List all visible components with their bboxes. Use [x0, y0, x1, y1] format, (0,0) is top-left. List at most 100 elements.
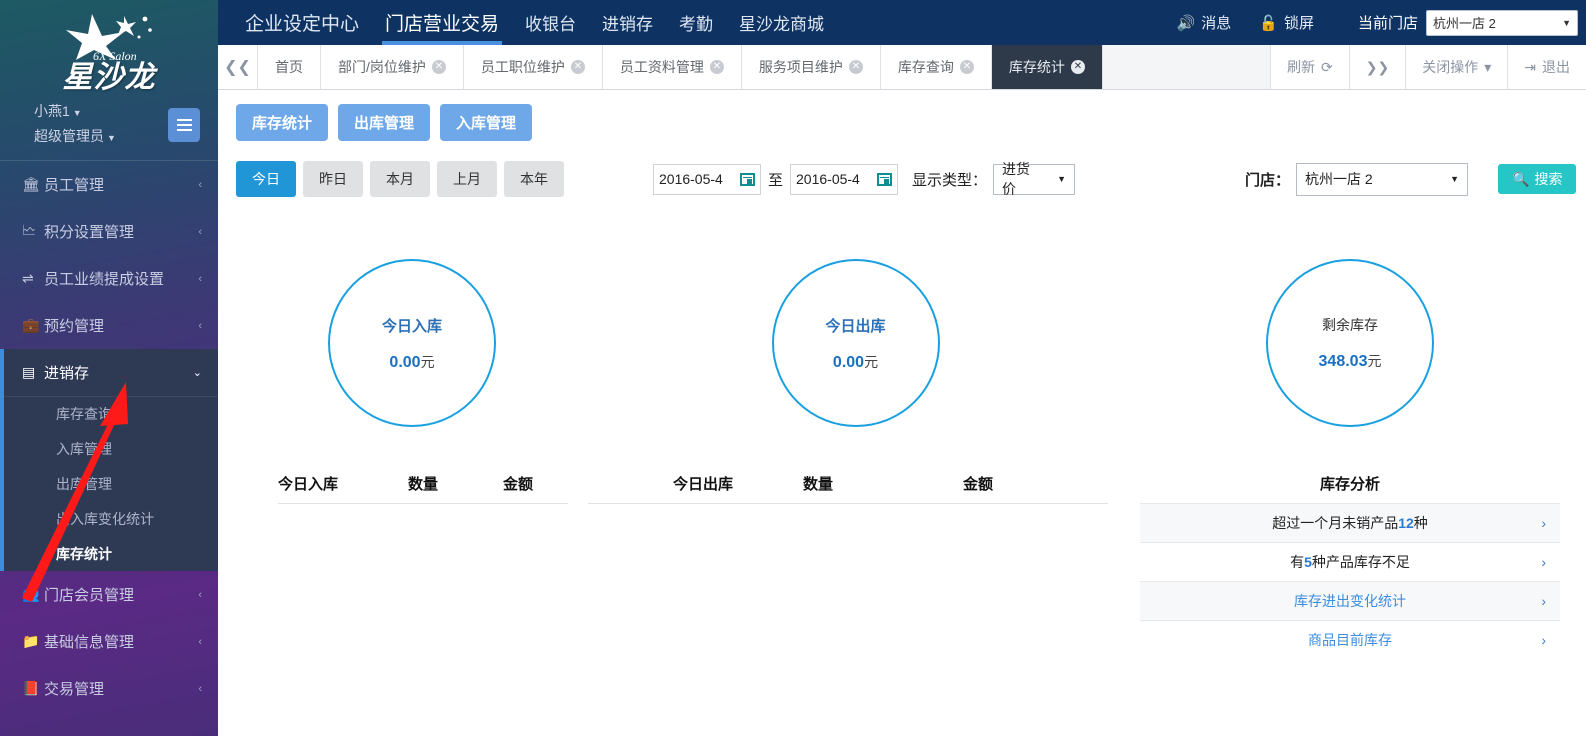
- close-icon[interactable]: ✕: [431, 60, 446, 74]
- store-filter-select[interactable]: 杭州一店 2 ▼: [1296, 162, 1469, 196]
- lock-label: 锁屏: [1283, 15, 1314, 32]
- sidebar-subitem-label: 入库管理: [56, 440, 112, 457]
- sidebar-subitem-stock-statistics[interactable]: 库存统计: [0, 536, 218, 571]
- chevron-right-double-icon: ❯❯: [1365, 58, 1390, 75]
- calendar-icon[interactable]: [877, 172, 893, 186]
- sidebar-item-points[interactable]: 🗠 积分设置管理 ‹: [0, 208, 218, 255]
- date-from-input[interactable]: 2016-05-4: [653, 163, 761, 195]
- outbound-circle-value: 0.00: [832, 353, 865, 371]
- inbound-table-header: 今日入库 数量 金额: [278, 473, 568, 504]
- tab-home[interactable]: 首页: [258, 45, 321, 89]
- remaining-circle-value: 348.03: [1318, 353, 1368, 370]
- topnav-item-mall[interactable]: 星沙龙商城: [726, 0, 837, 45]
- topnav-item-inventory[interactable]: 进销存: [589, 0, 666, 45]
- sidebar-subitem-outbound[interactable]: 出库管理: [0, 466, 218, 501]
- close-icon[interactable]: ✕: [709, 60, 724, 74]
- sidebar: 6X Salon 星沙龙 小燕1 ▼ 超级管理员 ▼ 🏛 员工管理 ‹ 🗠 积分设置…: [0, 0, 218, 736]
- topnav-item-cashier[interactable]: 收银台: [512, 0, 589, 45]
- analysis-row-low-stock[interactable]: 有5 种产品库存不足 ›: [1140, 542, 1560, 581]
- brand-logo[interactable]: 6X Salon 星沙龙: [0, 0, 218, 96]
- sidebar-item-reservation[interactable]: 💼 预约管理 ‹: [0, 302, 218, 349]
- user-name[interactable]: 小燕1 ▼: [34, 100, 116, 125]
- sidebar-item-members[interactable]: 👥 门店会员管理 ‹: [0, 571, 218, 618]
- sidebar-item-label: 员工业绩提成设置: [44, 271, 165, 288]
- sidebar-subitem-inbound[interactable]: 入库管理: [0, 431, 218, 466]
- sidebar-item-transactions[interactable]: 📕 交易管理 ‹: [0, 665, 218, 712]
- analysis-row-unsold[interactable]: 超过一个月未销产品 12 种 ›: [1140, 503, 1560, 542]
- lock-icon: 🔓: [1259, 14, 1278, 32]
- preset-this-year[interactable]: 本年: [504, 161, 564, 197]
- user-role[interactable]: 超级管理员 ▼: [34, 125, 116, 150]
- sidebar-item-label: 交易管理: [44, 681, 105, 698]
- tab-department-post[interactable]: 部门/岗位维护 ✕: [321, 45, 464, 89]
- column-header: 数量: [408, 476, 439, 493]
- sidebar-subitem-inout-change[interactable]: 出入库变化统计: [0, 501, 218, 536]
- store-filter-label: 门店：: [1245, 171, 1291, 189]
- lock-screen-button[interactable]: 🔓 锁屏: [1245, 12, 1328, 33]
- topnav-item-enterprise[interactable]: 企业设定中心: [232, 0, 372, 45]
- sidebar-item-commission[interactable]: ⇌ 员工业绩提成设置 ‹: [0, 255, 218, 302]
- analysis-row-current-stock[interactable]: 商品目前库存 ›: [1140, 620, 1560, 659]
- sidebar-submenu-inventory: 库存查询 入库管理 出库管理 出入库变化统计 库存统计: [0, 396, 218, 571]
- current-store-value: 杭州一店 2: [1433, 16, 1496, 31]
- chevron-down-icon: ▼: [1057, 174, 1067, 184]
- inbound-circle-title: 今日入库: [381, 317, 442, 335]
- preset-this-month[interactable]: 本月: [370, 161, 430, 197]
- sidebar-subitem-label: 出入库变化统计: [56, 510, 154, 527]
- inbound-circle-value: 0.00: [389, 353, 421, 371]
- calendar-icon[interactable]: [740, 172, 755, 186]
- sitemap-icon: 🗠: [22, 221, 37, 238]
- caret-down-icon: ▾: [1484, 58, 1492, 75]
- tab-bar-actions: 刷新 ⟳ ❯❯ 关闭操作 ▾ ⇥ 退出: [1270, 45, 1586, 89]
- tabs-scroll-right-button[interactable]: ❯❯: [1348, 45, 1406, 89]
- topnav-item-attendance[interactable]: 考勤: [666, 0, 726, 45]
- sidebar-toggle-button[interactable]: [168, 108, 200, 142]
- outbound-circle: 今日出库 0.00元: [771, 259, 940, 427]
- sidebar-subitem-label: 库存查询: [56, 406, 112, 422]
- tab-stock-statistics[interactable]: 库存统计 ✕: [991, 45, 1103, 89]
- preset-yesterday[interactable]: 昨日: [303, 161, 363, 197]
- close-icon[interactable]: ✕: [1070, 60, 1085, 74]
- current-store-select[interactable]: 杭州一店 2 ▼: [1426, 9, 1578, 36]
- remaining-stock-panel: 剩余库存 348.03元 库存分析 超过一个月未销产品 12 种 › 有5 种产品…: [1140, 259, 1560, 659]
- outbound-circle-title: 今日出库: [825, 317, 886, 335]
- tab-staff-position[interactable]: 员工职位维护 ✕: [463, 45, 603, 89]
- bank-icon: 🏛: [22, 176, 40, 192]
- close-operations-button[interactable]: 关闭操作 ▾: [1405, 45, 1508, 89]
- outbound-management-button[interactable]: 出库管理: [338, 104, 431, 141]
- brand-label: 星沙龙: [62, 60, 156, 94]
- topnav-item-store-trade[interactable]: 门店营业交易: [372, 0, 512, 45]
- tabs-scroll-left-button[interactable]: ❮❮: [218, 45, 258, 89]
- chevron-right-icon: ›: [1541, 593, 1546, 609]
- tab-stock-query[interactable]: 库存查询 ✕: [880, 45, 992, 89]
- close-icon[interactable]: ✕: [570, 60, 585, 74]
- analysis-row-inout-stats[interactable]: 库存进出变化统计 ›: [1140, 581, 1560, 620]
- sidebar-item-basic-info[interactable]: 📁 基础信息管理 ‹: [0, 618, 218, 665]
- close-icon[interactable]: ✕: [959, 60, 974, 74]
- remaining-stock-circle: 剩余库存 348.03元: [1266, 259, 1434, 427]
- outbound-circle-unit: 元: [864, 353, 879, 370]
- book-icon: 📕: [22, 680, 40, 696]
- preset-last-month[interactable]: 上月: [437, 161, 497, 197]
- refresh-button[interactable]: 刷新 ⟳: [1270, 45, 1349, 89]
- close-icon[interactable]: ✕: [848, 60, 863, 74]
- tab-service-items[interactable]: 服务项目维护 ✕: [741, 45, 881, 89]
- date-to-input[interactable]: 2016-05-4: [790, 163, 899, 195]
- sidebar-item-label: 员工管理: [44, 177, 105, 194]
- sidebar-subitem-stock-query[interactable]: 库存查询: [0, 396, 218, 431]
- analysis-row-text: 库存进出变化统计: [1294, 593, 1406, 609]
- sidebar-item-staff[interactable]: 🏛 员工管理 ‹: [0, 161, 218, 208]
- tab-staff-profile[interactable]: 员工资料管理 ✕: [602, 45, 742, 89]
- exit-button[interactable]: ⇥ 退出: [1507, 45, 1586, 89]
- chevron-left-icon: ‹: [198, 319, 202, 332]
- preset-today[interactable]: 今日: [236, 161, 296, 197]
- sidebar-item-label: 基础信息管理: [44, 634, 135, 651]
- messages-button[interactable]: 🔊 消息: [1163, 12, 1246, 33]
- inbound-management-button[interactable]: 入库管理: [440, 104, 533, 141]
- search-button[interactable]: 🔍 搜索: [1498, 164, 1577, 194]
- sidebar-item-label: 进销存: [44, 365, 90, 382]
- stock-statistics-button[interactable]: 库存统计: [236, 104, 329, 141]
- sidebar-item-inventory[interactable]: ▤ 进销存 ⌄: [0, 349, 218, 396]
- date-to-value: 2016-05-4: [796, 171, 860, 187]
- display-type-select[interactable]: 进货价 ▼: [993, 161, 1076, 197]
